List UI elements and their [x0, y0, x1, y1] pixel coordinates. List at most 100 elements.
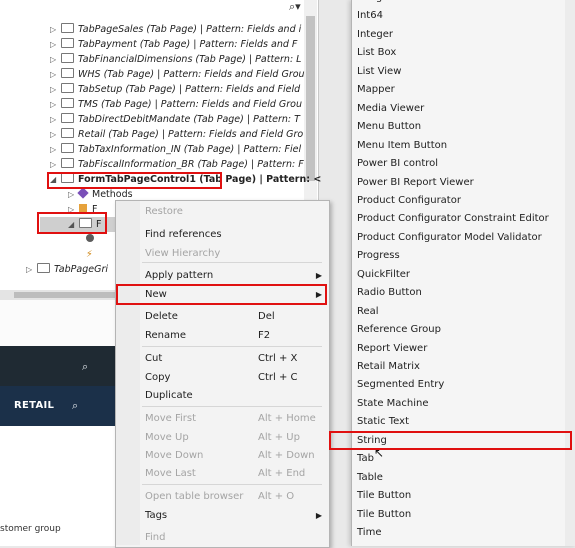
- expand-arrow-icon[interactable]: ▷: [50, 22, 61, 37]
- submenu-item-product-configurator[interactable]: Product Configurator: [351, 192, 575, 210]
- submenu-item-table[interactable]: Table: [351, 469, 575, 487]
- submenu-item-label: Product Configurator Constraint Editor: [357, 213, 549, 225]
- expand-arrow-icon[interactable]: ▷: [50, 157, 61, 172]
- menu-item-cut[interactable]: Cut Ctrl + X: [115, 350, 328, 368]
- tree-item-tab-page[interactable]: ▷ TabFiscalInformation_BR (Tab Page) | Pa…: [50, 157, 304, 172]
- submenu-item-power-bi-control[interactable]: Power BI control: [351, 155, 575, 173]
- submenu-item-report-viewer[interactable]: Report Viewer: [351, 340, 575, 358]
- tree-scroll-thumb[interactable]: [306, 16, 315, 181]
- menu-item-label: Find: [145, 532, 166, 543]
- submenu-item-tile-button[interactable]: Tile Button: [351, 487, 575, 505]
- submenu-item-menu-button[interactable]: Menu Button: [351, 118, 575, 136]
- menu-item-apply-pattern[interactable]: Apply pattern ▶: [115, 267, 328, 285]
- submenu-item-power-bi-report-viewer[interactable]: Power BI Report Viewer: [351, 174, 575, 192]
- tree-item-tab-page[interactable]: ▷ TabFinancialDimensions (Tab Page) | Pat…: [50, 52, 301, 67]
- submenu-item-tile-button[interactable]: Tile Button: [351, 506, 575, 524]
- expand-arrow-icon[interactable]: ▷: [50, 37, 61, 52]
- submenu-item-int64[interactable]: Int64: [351, 7, 575, 25]
- menu-item-copy[interactable]: Copy Ctrl + C: [115, 369, 328, 387]
- submenu-item-menu-item-button[interactable]: Menu Item Button: [351, 137, 575, 155]
- submenu-arrow-icon: ▶: [315, 511, 322, 520]
- search-icon[interactable]: ⌕: [82, 360, 88, 374]
- menu-separator: [142, 484, 322, 485]
- tree-item-label: TabTaxInformation_IN (Tab Page) | Patter…: [78, 144, 302, 155]
- submenu-item-label: Table: [357, 471, 383, 483]
- tree-item-tab-page[interactable]: ▷ TabPayment (Tab Page) | Pattern: Fields…: [50, 37, 297, 52]
- expand-arrow-icon[interactable]: ▷: [50, 97, 61, 112]
- tree-item-tab-page[interactable]: ▷ TabPageSales (Tab Page) | Pattern: Fiel…: [50, 22, 301, 37]
- menu-item-label: View Hierarchy: [145, 248, 221, 259]
- tree-item-tab-page-grid[interactable]: ▷ TabPageGri: [26, 262, 108, 277]
- menu-item-rename[interactable]: Rename F2: [115, 327, 328, 345]
- submenu-item-label: Product Configurator Model Validator: [357, 231, 542, 243]
- expand-arrow-icon[interactable]: ▷: [50, 52, 61, 67]
- submenu-item-reference-group[interactable]: Reference Group: [351, 321, 575, 339]
- submenu-item-mapper[interactable]: Mapper: [351, 81, 575, 99]
- menu-item-label: Apply pattern: [145, 270, 214, 281]
- submenu-item-media-viewer[interactable]: Media Viewer: [351, 100, 575, 118]
- lightning-icon: ⚡: [86, 249, 93, 260]
- submenu-item-label: Product Configurator: [357, 194, 461, 206]
- folder-icon: [61, 23, 74, 33]
- tree-item-tab-page[interactable]: ▷ TabSetup (Tab Page) | Pattern: Fields a…: [50, 82, 300, 97]
- tree-item-tab-page[interactable]: ▷ Retail (Tab Page) | Pattern: Fields and…: [50, 127, 303, 142]
- search-icon[interactable]: ⌕: [72, 399, 78, 413]
- tree-item-label: TabPageSales (Tab Page) | Pattern: Field…: [78, 24, 302, 35]
- expand-arrow-icon[interactable]: ▷: [50, 127, 61, 142]
- folder-icon: [61, 83, 74, 93]
- submenu-item-state-machine[interactable]: State Machine: [351, 395, 575, 413]
- tree-item-tab-page[interactable]: ▷ TabDirectDebitMandate (Tab Page) | Patt…: [50, 112, 300, 127]
- submenu-item-list-view[interactable]: List View: [351, 63, 575, 81]
- submenu-item-real[interactable]: Real: [351, 303, 575, 321]
- menu-item-label: Cut: [145, 353, 163, 364]
- tree-item-tab-page[interactable]: ▷ TabTaxInformation_IN (Tab Page) | Patte…: [50, 142, 301, 157]
- tree-item-label: Methods: [92, 189, 133, 200]
- submenu-item-radio-button[interactable]: Radio Button: [351, 284, 575, 302]
- submenu-item-segmented-entry[interactable]: Segmented Entry: [351, 376, 575, 394]
- menu-item-label: Open table browser: [145, 491, 244, 502]
- nav-retail-label[interactable]: RETAIL: [14, 400, 54, 411]
- expand-arrow-icon[interactable]: ▷: [26, 262, 37, 277]
- menu-item-delete[interactable]: Delete Del: [115, 308, 328, 326]
- submenu-item-tab[interactable]: Tab: [351, 450, 575, 468]
- submenu-item-static-text[interactable]: Static Text: [351, 413, 575, 431]
- menu-item-move-down: Move Down Alt + Down: [115, 447, 328, 465]
- tree-item-child-2[interactable]: ⚡: [86, 247, 99, 262]
- menu-item-shortcut: Alt + Up: [258, 432, 300, 443]
- tree-item-label: TabFinancialDimensions (Tab Page) | Patt…: [78, 54, 302, 65]
- expand-arrow-icon[interactable]: ▷: [50, 82, 61, 97]
- submenu-item-progress[interactable]: Progress: [351, 247, 575, 265]
- tree-item-label: TMS (Tab Page) | Pattern: Fields and Fie…: [78, 99, 303, 110]
- tree-item-child-1[interactable]: [86, 232, 99, 247]
- menu-item-duplicate[interactable]: Duplicate: [115, 387, 328, 405]
- expand-arrow-icon[interactable]: ▷: [50, 142, 61, 157]
- folder-icon: [61, 113, 74, 123]
- menu-item-view-hierarchy: View Hierarchy: [115, 245, 328, 263]
- menu-item-find-references[interactable]: Find references: [115, 226, 328, 244]
- submenu-item-product-configurator-constraint-editor[interactable]: Product Configurator Constraint Editor: [351, 210, 575, 228]
- submenu-item-product-configurator-model-validator[interactable]: Product Configurator Model Validator: [351, 229, 575, 247]
- submenu-item-integer[interactable]: Integer: [351, 26, 575, 44]
- expand-arrow-icon[interactable]: ▷: [50, 112, 61, 127]
- submenu-item-label: Power BI Report Viewer: [357, 176, 474, 188]
- submenu-item-label: Tile Button: [357, 490, 412, 502]
- tree-item-label: Retail (Tab Page) | Pattern: Fields and …: [78, 129, 304, 140]
- menu-item-label: Move Up: [145, 432, 189, 443]
- expand-arrow-icon[interactable]: ▷: [50, 67, 61, 82]
- menu-separator: [142, 346, 322, 347]
- submenu-item-time[interactable]: Time: [351, 524, 575, 542]
- tree-item-tab-page[interactable]: ▷ TMS (Tab Page) | Pattern: Fields and Fi…: [50, 97, 302, 112]
- submenu-item-label: Tile Button: [357, 508, 412, 520]
- menu-item-label: Move Down: [145, 450, 204, 461]
- expand-arrow-icon[interactable]: ▷: [68, 187, 79, 202]
- submenu-item-label: Static Text: [357, 416, 409, 428]
- tree-item-tab-page[interactable]: ▷ WHS (Tab Page) | Pattern: Fields and Fi…: [50, 67, 305, 82]
- submenu-item-retail-matrix[interactable]: Retail Matrix: [351, 358, 575, 376]
- folder-icon: [61, 128, 74, 138]
- submenu-item-list-box[interactable]: List Box: [351, 44, 575, 62]
- menu-item-tags[interactable]: Tags ▶: [115, 507, 328, 525]
- menu-item-move-last: Move Last Alt + End: [115, 465, 328, 483]
- submenu-item-image[interactable]: Image: [351, 0, 575, 7]
- submenu-item-quickfilter[interactable]: QuickFilter: [351, 266, 575, 284]
- search-icon[interactable]: ⌕▾: [289, 0, 301, 14]
